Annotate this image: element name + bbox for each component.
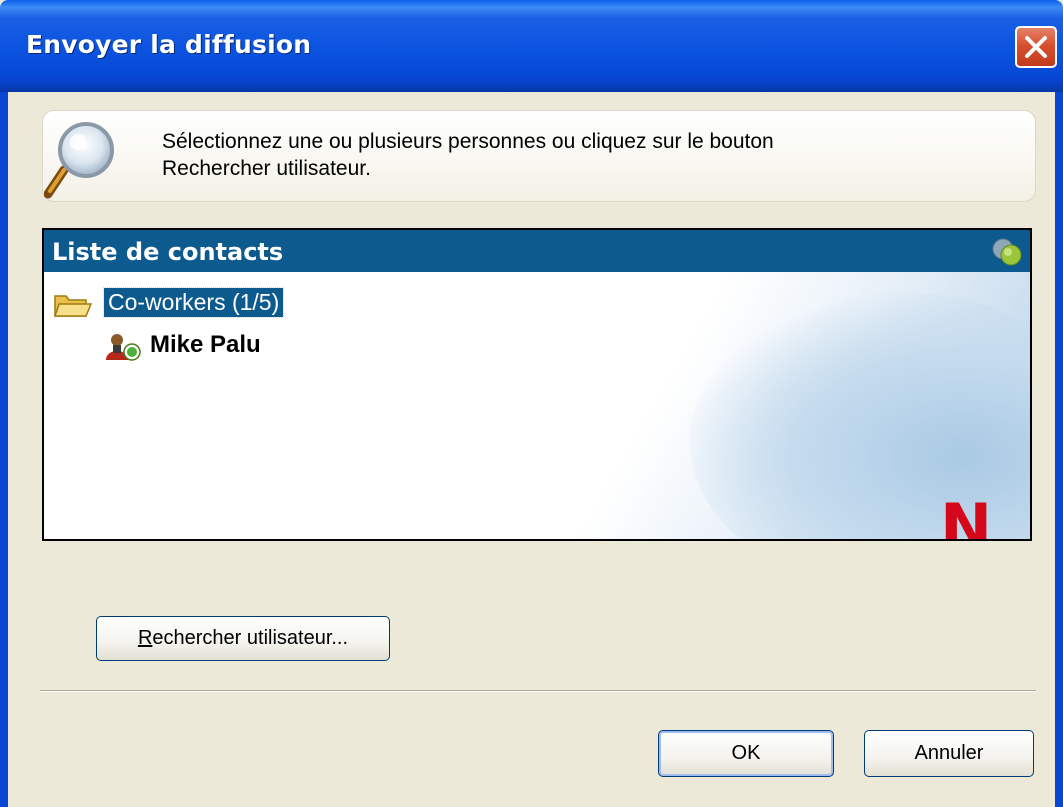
window-frame-right	[1055, 92, 1063, 807]
folder-open-icon	[54, 295, 92, 317]
info-text: Sélectionnez une ou plusieurs personnes …	[162, 128, 1022, 182]
window-frame-left	[0, 92, 8, 807]
contact-name: Mike Palu	[150, 331, 261, 358]
info-text-line2: Rechercher utilisateur.	[162, 157, 371, 180]
info-text-line1: Sélectionnez une ou plusieurs personnes …	[162, 130, 774, 153]
close-button[interactable]	[1015, 26, 1057, 68]
search-user-button[interactable]: Rechercher utilisateur...	[96, 616, 390, 661]
novell-logo: N	[940, 490, 992, 541]
title-bar[interactable]: Envoyer la diffusion	[0, 0, 1063, 92]
contact-list-body: Co-workers (1/5) Mike Palu N	[44, 272, 1030, 541]
online-status-icon	[992, 238, 1022, 266]
cancel-button[interactable]: Annuler	[864, 730, 1034, 777]
contact-list-header: Liste de contacts	[44, 230, 1030, 272]
contact-list[interactable]: Liste de contacts Co-workers (1/5) Mike …	[42, 228, 1032, 541]
close-icon	[1025, 36, 1047, 58]
user-online-icon	[106, 334, 141, 361]
contact-group-label[interactable]: Co-workers (1/5)	[102, 287, 285, 318]
ok-button[interactable]: OK	[658, 730, 834, 777]
magnifier-icon	[44, 122, 114, 199]
contact-list-title: Liste de contacts	[52, 238, 284, 266]
send-broadcast-dialog: Envoyer la diffusion Sélectionnez une ou…	[0, 0, 1063, 807]
window-title: Envoyer la diffusion	[26, 30, 312, 59]
separator	[40, 690, 1036, 692]
